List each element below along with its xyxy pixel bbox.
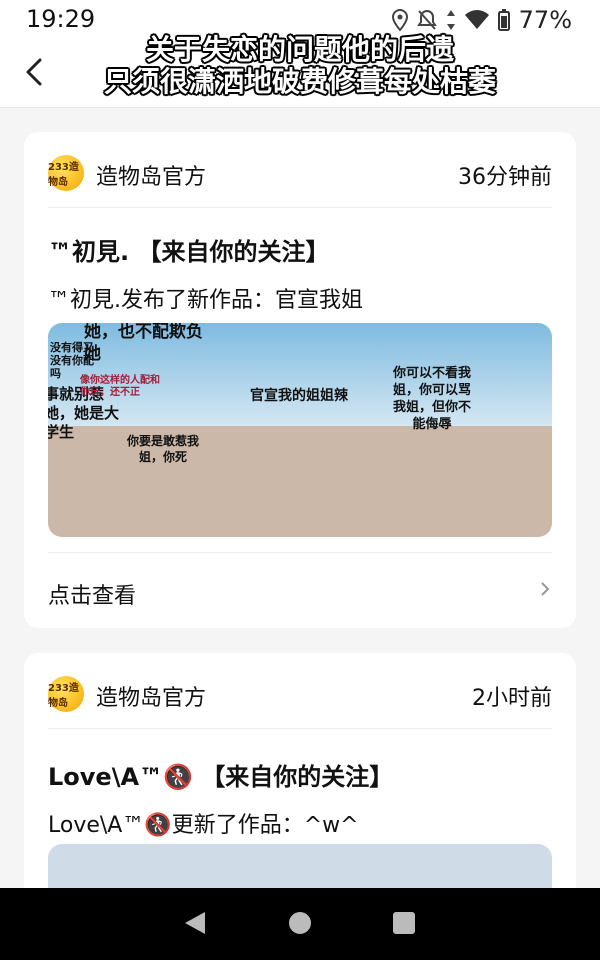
card-description: Love\A™🚷更新了作品：^w^ — [48, 813, 359, 838]
status-time: 19:29 — [26, 5, 96, 33]
battery-percent: 77% — [518, 6, 572, 34]
card-header: 233造物岛 造物岛官方 36分钟前 — [48, 152, 552, 196]
data-arrows-icon — [446, 10, 455, 30]
view-details-row[interactable]: 点击查看 — [48, 554, 552, 628]
system-nav-bar — [0, 888, 600, 960]
avatar[interactable]: 233造物岛 — [48, 676, 84, 712]
notification-card[interactable]: 233造物岛 造物岛官方 36分钟前 ™初見. 【来自你的关注】 ™初見.发布了… — [24, 132, 576, 628]
app-header: 关于失恋的问题他的后遗 只须很潇洒地破费修葺每处枯萎 — [0, 34, 600, 108]
nav-recents-icon[interactable] — [392, 910, 416, 936]
battery-icon — [497, 9, 510, 31]
divider — [48, 552, 552, 553]
avatar[interactable]: 233造物岛 — [48, 155, 84, 191]
status-icons: 77% — [391, 4, 572, 36]
thumbnail-caption: 像你这样的人配和你玩，还不正 — [80, 375, 160, 398]
notification-card[interactable]: 233造物岛 造物岛官方 2小时前 Love\A™🚷 【来自你的关注】 Love… — [24, 653, 576, 888]
back-arrow-icon — [26, 58, 42, 86]
nav-back-icon[interactable] — [183, 910, 207, 936]
post-time: 2小时前 — [472, 686, 552, 711]
wifi-icon — [464, 10, 489, 29]
thumbnail-caption: 她，也不配欺负她 — [84, 323, 203, 364]
lyric-subtitle: 关于失恋的问题他的后遗 只须很潇洒地破费修葺每处枯萎 — [80, 34, 520, 98]
source-name: 造物岛官方 — [96, 165, 207, 190]
thumbnail-caption: 你要是敢惹我姐，你死 — [126, 434, 199, 464]
post-time: 36分钟前 — [458, 165, 552, 190]
lyric-line-1: 关于失恋的问题他的后遗 — [145, 33, 454, 66]
divider — [48, 207, 552, 208]
thumbnail-caption: 你可以不看我姐，你可以骂我姐，但你不能侮辱 — [392, 366, 471, 432]
bell-off-icon — [416, 9, 437, 30]
source-name: 造物岛官方 — [96, 686, 207, 711]
notification-feed[interactable]: 233造物岛 造物岛官方 36分钟前 ™初見. 【来自你的关注】 ™初見.发布了… — [0, 108, 600, 888]
thumbnail-caption: 官宣我的姐姐辣 — [250, 388, 348, 404]
location-icon — [391, 9, 408, 31]
divider — [48, 728, 552, 729]
card-header: 233造物岛 造物岛官方 2小时前 — [48, 673, 552, 717]
back-button[interactable] — [14, 50, 58, 94]
chevron-right-icon — [541, 582, 550, 596]
work-thumbnail[interactable] — [48, 844, 552, 888]
work-thumbnail[interactable]: 她，也不配欺负她 没有得又没有你配吗 事就别惹她，她是大学生 像你这样的人配和你… — [48, 323, 552, 537]
lyric-line-2: 只须很潇洒地破费修葺每处枯萎 — [103, 65, 496, 98]
card-title: ™初見. 【来自你的关注】 — [48, 238, 330, 266]
card-description: ™初見.发布了新作品：官宣我姐 — [48, 288, 363, 313]
view-details-label: 点击查看 — [48, 584, 137, 609]
card-title: Love\A™🚷 【来自你的关注】 — [48, 763, 394, 791]
nav-home-icon[interactable] — [288, 910, 312, 936]
